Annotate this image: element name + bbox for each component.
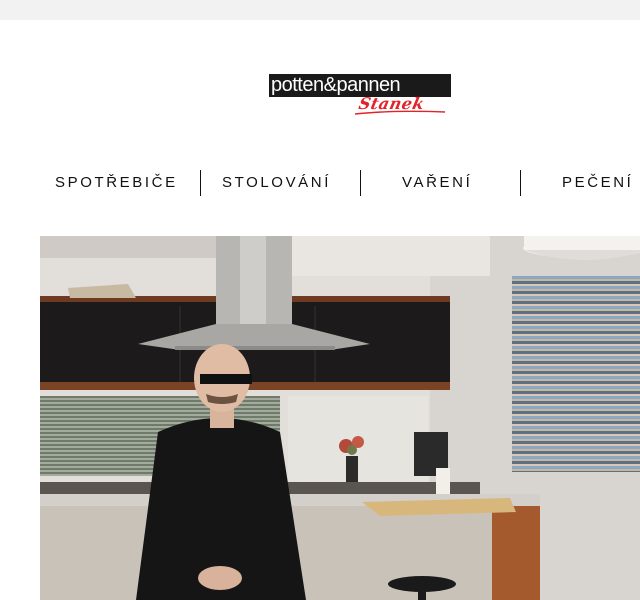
nav-item-spotrebice[interactable]: SPOTŘEBIČE	[55, 170, 178, 196]
nav-item-vareni[interactable]: VAŘENÍ	[402, 170, 472, 196]
kitchen-photo	[40, 236, 640, 600]
top-bar	[0, 0, 640, 20]
nav-item-stolovani[interactable]: STOLOVÁNÍ	[222, 170, 331, 196]
brand-logo[interactable]: potten&pannen Stanek	[269, 74, 451, 118]
nav-divider	[520, 170, 521, 196]
main-nav: SPOTŘEBIČE STOLOVÁNÍ VAŘENÍ PEČENÍ	[0, 170, 640, 196]
nav-item-peceni[interactable]: PEČENÍ	[562, 170, 633, 196]
logo-swash-icon	[354, 110, 446, 115]
nav-divider	[200, 170, 201, 196]
hero-image	[40, 236, 640, 600]
nav-divider	[360, 170, 361, 196]
